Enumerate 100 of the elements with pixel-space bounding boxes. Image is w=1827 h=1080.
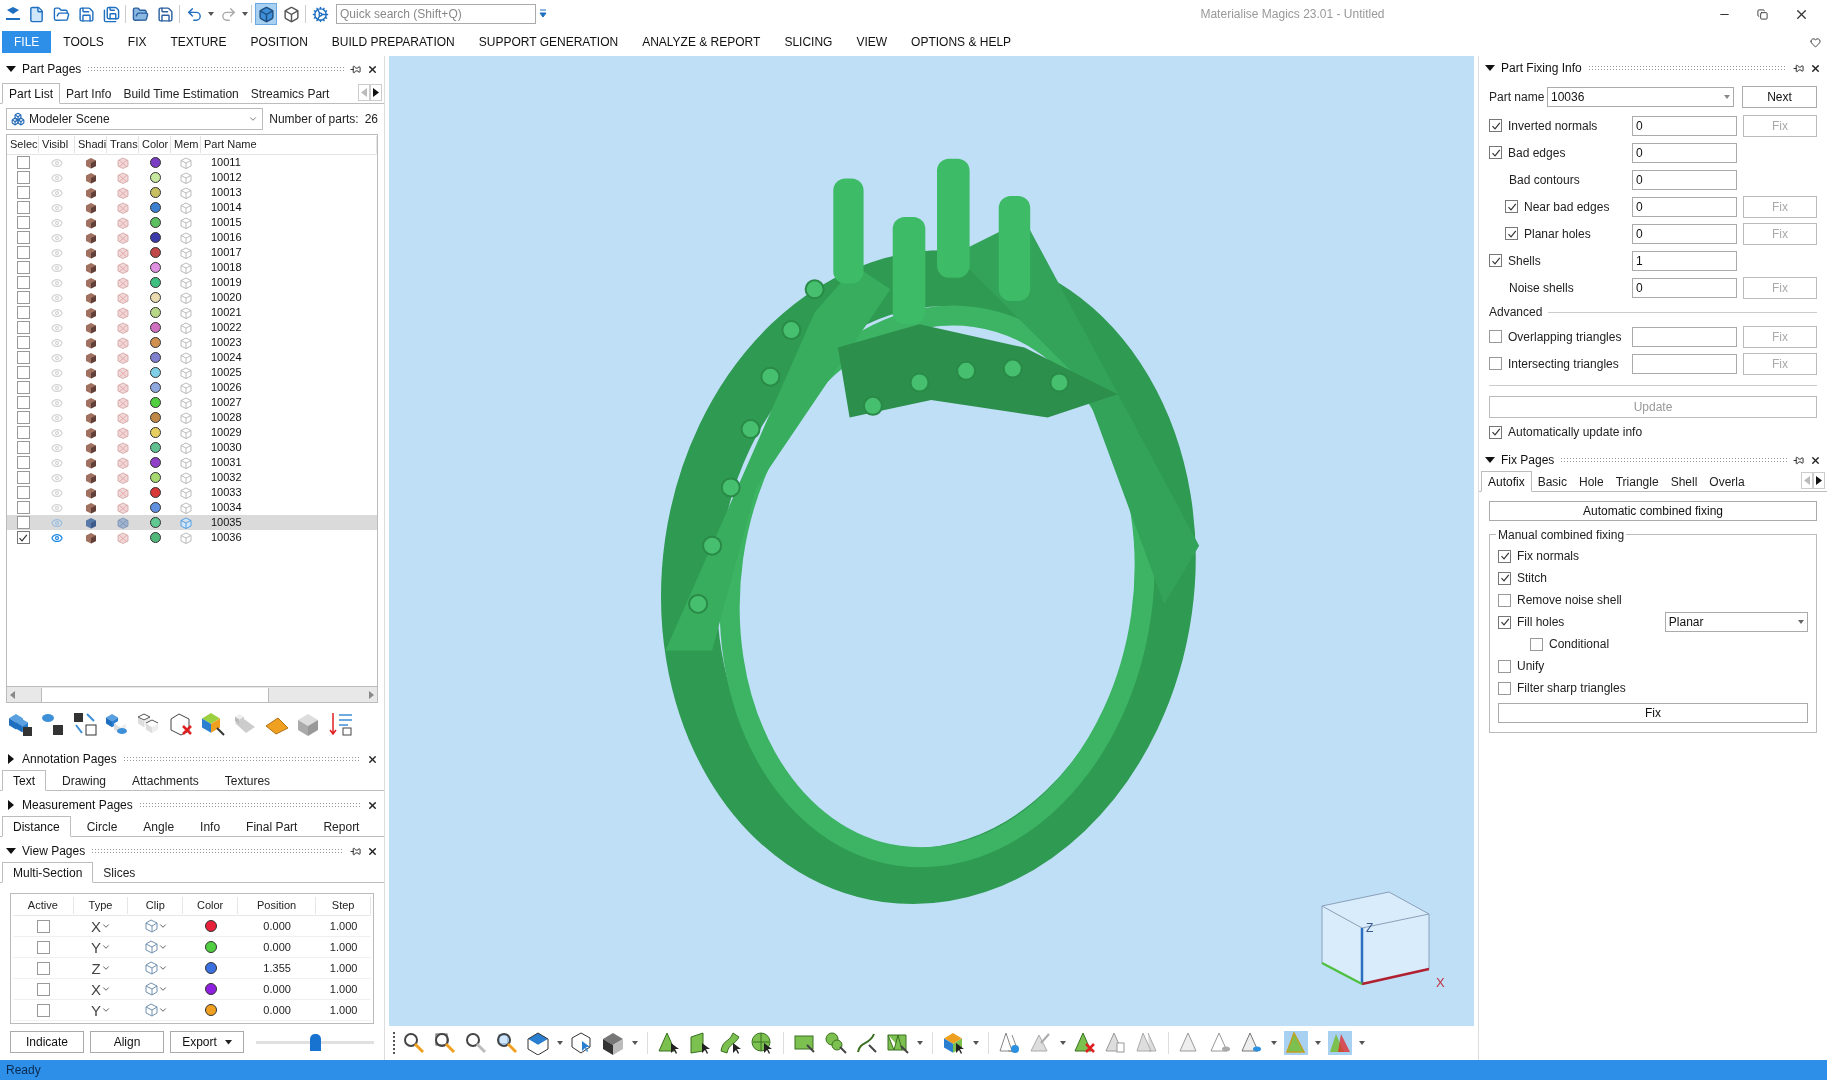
tab[interactable]: Overla bbox=[1703, 472, 1751, 491]
part-name[interactable]: 10029 bbox=[201, 424, 377, 441]
pin-icon[interactable] bbox=[1793, 454, 1804, 466]
horizontal-scrollbar[interactable] bbox=[7, 686, 377, 702]
tab[interactable]: Hole bbox=[1573, 472, 1610, 491]
wire-cube-icon[interactable] bbox=[180, 531, 192, 544]
select-all-cubes-icon[interactable] bbox=[8, 711, 34, 737]
triangle-cursor-icon[interactable] bbox=[657, 1031, 681, 1055]
sort-list-icon[interactable] bbox=[328, 711, 354, 737]
checkbox[interactable] bbox=[16, 486, 30, 499]
part-name[interactable]: 10013 bbox=[201, 184, 377, 201]
wire-cube-icon[interactable] bbox=[180, 381, 192, 394]
wire-cube-icon[interactable] bbox=[180, 261, 192, 274]
wire-cube-icon[interactable] bbox=[180, 171, 192, 184]
triangle-eye-icon[interactable] bbox=[1209, 1031, 1233, 1055]
fix-button[interactable]: Fix bbox=[1498, 703, 1808, 723]
wire-cube-icon[interactable] bbox=[180, 411, 192, 424]
caret-icon[interactable] bbox=[917, 1041, 923, 1045]
heart-icon[interactable] bbox=[1810, 36, 1821, 48]
part-row[interactable]: 10029 bbox=[7, 425, 377, 440]
column-header[interactable]: Clip bbox=[128, 897, 184, 914]
part-name[interactable]: 10033 bbox=[201, 484, 377, 501]
clip-dropdown[interactable] bbox=[143, 919, 168, 933]
triangle-copy-icon[interactable] bbox=[1104, 1031, 1128, 1055]
tab[interactable]: Basic bbox=[1531, 472, 1574, 491]
transparent-cube-icon[interactable] bbox=[117, 351, 129, 364]
caret-icon[interactable] bbox=[1060, 1041, 1066, 1045]
part-row[interactable]: 10022 bbox=[7, 320, 377, 335]
part-row[interactable]: 10036 bbox=[7, 530, 377, 545]
checkbox[interactable] bbox=[16, 336, 30, 349]
fill-method-dropdown[interactable]: Planar bbox=[1664, 612, 1808, 632]
zoom-icon[interactable] bbox=[402, 1031, 426, 1055]
part-name[interactable]: 10032 bbox=[201, 469, 377, 486]
checkbox[interactable] bbox=[1498, 549, 1511, 563]
checkbox[interactable] bbox=[16, 456, 30, 469]
checkbox[interactable] bbox=[36, 982, 50, 996]
shaded-cube-icon[interactable] bbox=[85, 351, 97, 364]
part-row[interactable]: 10015 bbox=[7, 215, 377, 230]
part-row[interactable]: 10028 bbox=[7, 410, 377, 425]
checkbox[interactable] bbox=[16, 231, 30, 244]
shaded-cube-icon[interactable] bbox=[85, 336, 97, 349]
column-header[interactable]: Shadi bbox=[75, 136, 107, 153]
restore-icon[interactable] bbox=[1757, 8, 1768, 20]
part-row[interactable]: 10033 bbox=[7, 485, 377, 500]
column-header[interactable]: Active bbox=[13, 897, 74, 914]
checkbox[interactable] bbox=[1489, 119, 1502, 132]
wire-cube-icon[interactable] bbox=[180, 291, 192, 304]
checkbox[interactable] bbox=[1489, 254, 1502, 267]
part-name[interactable]: 10026 bbox=[201, 379, 377, 396]
checkbox[interactable] bbox=[16, 441, 30, 454]
wire-cube-icon[interactable] bbox=[180, 321, 192, 334]
checkbox[interactable] bbox=[16, 531, 30, 544]
checkbox[interactable] bbox=[16, 261, 30, 274]
tab[interactable]: Multi-Section bbox=[2, 862, 94, 883]
shaded-cube-icon[interactable] bbox=[85, 456, 97, 469]
transparent-cube-icon[interactable] bbox=[117, 186, 129, 199]
shaded-cube-icon[interactable] bbox=[85, 441, 97, 454]
checkbox[interactable] bbox=[16, 276, 30, 289]
transparent-cube-icon[interactable] bbox=[117, 486, 129, 499]
checkbox[interactable] bbox=[36, 940, 50, 954]
transparent-cube-icon[interactable] bbox=[117, 201, 129, 214]
wire-cube-icon[interactable] bbox=[180, 276, 192, 289]
wire-cube-icon[interactable] bbox=[180, 246, 192, 259]
scrollbar-thumb[interactable] bbox=[41, 687, 269, 702]
shaded-cube-icon[interactable] bbox=[85, 411, 97, 424]
align-button[interactable]: Align bbox=[90, 1031, 164, 1053]
transparent-cube-icon[interactable] bbox=[117, 411, 129, 424]
shaded-cube-icon[interactable] bbox=[85, 156, 97, 169]
shaded-cube-icon[interactable] bbox=[85, 321, 97, 334]
caret-icon[interactable] bbox=[557, 1041, 563, 1045]
wire-cube-icon[interactable] bbox=[180, 306, 192, 319]
count-field[interactable]: 0 bbox=[1632, 196, 1737, 217]
part-row[interactable]: 10021 bbox=[7, 305, 377, 320]
checkbox[interactable] bbox=[16, 246, 30, 259]
column-header[interactable]: Color bbox=[139, 136, 171, 153]
part-row[interactable]: 10012 bbox=[7, 170, 377, 185]
part-name[interactable]: 10031 bbox=[201, 454, 377, 471]
part-name[interactable]: 10014 bbox=[201, 199, 377, 216]
part-name[interactable]: 10028 bbox=[201, 409, 377, 426]
axis-type-dropdown[interactable]: X bbox=[91, 981, 112, 997]
checkbox[interactable] bbox=[1489, 330, 1502, 343]
shaded-cube-icon[interactable] bbox=[85, 246, 97, 259]
close-icon[interactable] bbox=[367, 753, 378, 765]
part-name[interactable]: 10012 bbox=[201, 169, 377, 186]
column-header[interactable]: Type bbox=[73, 897, 129, 914]
tab[interactable]: Autofix bbox=[1481, 471, 1532, 492]
tab[interactable]: Triangle bbox=[1609, 472, 1665, 491]
indicate-button[interactable]: Indicate bbox=[10, 1031, 84, 1053]
count-field[interactable]: 0 bbox=[1632, 142, 1737, 163]
checkbox[interactable] bbox=[16, 201, 30, 214]
cube-cursor-icon[interactable] bbox=[570, 1031, 594, 1055]
collapse-arrow-icon[interactable] bbox=[1485, 63, 1495, 73]
part-name[interactable]: 10025 bbox=[201, 364, 377, 381]
wire-cube-icon[interactable] bbox=[180, 471, 192, 484]
transparent-cube-icon[interactable] bbox=[117, 471, 129, 484]
shaded-cube-icon[interactable] bbox=[85, 471, 97, 484]
part-row[interactable]: 10011 bbox=[7, 155, 377, 170]
transparent-cube-icon[interactable] bbox=[117, 171, 129, 184]
shaded-cube-icon[interactable] bbox=[85, 501, 97, 514]
shaded-cube-icon[interactable] bbox=[85, 486, 97, 499]
